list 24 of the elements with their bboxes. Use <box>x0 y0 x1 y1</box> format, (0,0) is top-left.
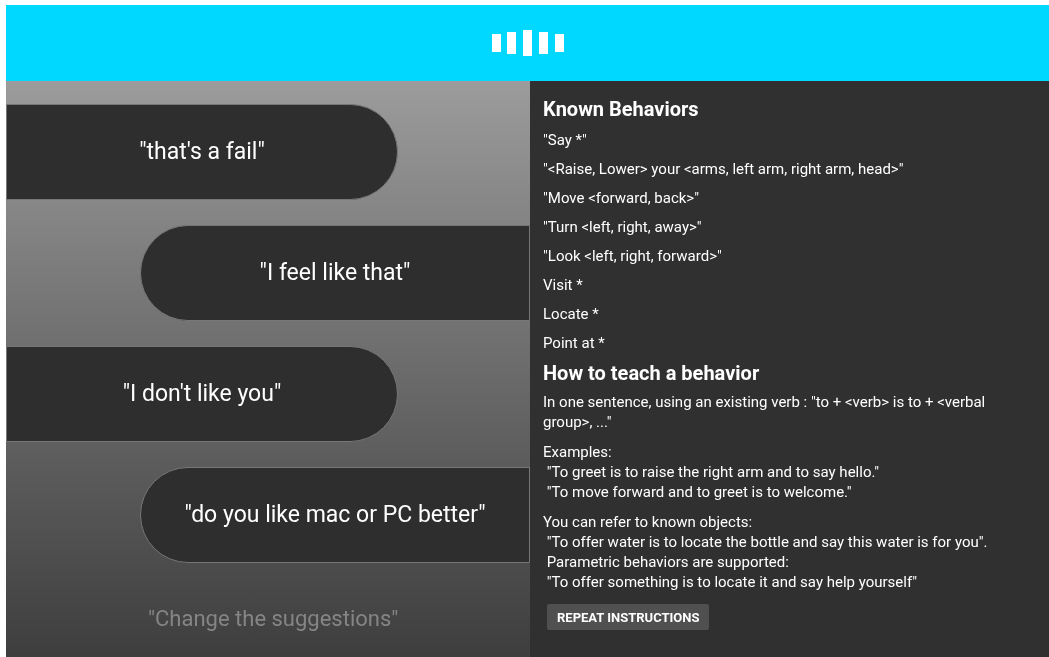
behavior-item: "Turn <left, right, away>" <box>543 217 703 238</box>
instruction-text: In one sentence, using an existing verb : "to + <verb> is to + <verbal group>, ..." <box>543 392 987 432</box>
instruction-text: Examples: <box>543 442 613 462</box>
suggestion-button[interactable]: "do you like mac or PC better" <box>140 467 530 563</box>
behavior-item: Locate * <box>543 304 600 325</box>
instruction-text: Parametric behaviors are supported: <box>545 552 790 572</box>
behavior-item: "Move <forward, back>" <box>543 188 700 209</box>
behavior-item: "<Raise, Lower> your <arms, left arm, right arm, head>" <box>543 159 905 180</box>
instruction-text: "To offer something is to locate it and say help yourself" <box>545 572 919 592</box>
loading-bars-icon <box>491 30 564 56</box>
instruction-text: You can refer to known objects: <box>543 512 754 532</box>
instruction-text: "To move forward and to greet is to welcome." <box>545 482 853 502</box>
suggestion-button[interactable]: "I feel like that" <box>140 225 530 321</box>
suggestion-button[interactable]: "that's a fail" <box>6 104 398 200</box>
section-heading: Known Behaviors <box>543 96 700 122</box>
behavior-item: "Look <left, right, forward>" <box>543 246 723 267</box>
behavior-item: "Say *" <box>543 130 588 151</box>
behavior-item: Visit * <box>543 275 584 296</box>
instruction-text: "To offer water is to locate the bottle and say this water is for you". <box>545 532 989 552</box>
section-heading: How to teach a behavior <box>543 360 761 386</box>
suggestion-button[interactable]: "I don't like you" <box>6 346 398 442</box>
instruction-text: "To greet is to raise the right arm and to say hello." <box>545 462 880 482</box>
behavior-item: Point at * <box>543 333 606 354</box>
repeat-instructions-button[interactable]: REPEAT INSTRUCTIONS <box>547 604 710 630</box>
